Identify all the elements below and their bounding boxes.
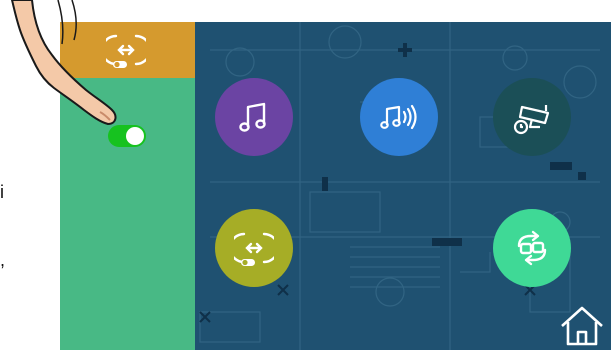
toggle-knob <box>126 127 144 145</box>
device-screen <box>60 22 611 350</box>
pointing-hand-illustration <box>10 0 117 126</box>
cctv-timer-button[interactable] <box>493 78 571 156</box>
door-transfer-button[interactable] <box>215 209 293 287</box>
cctv-camera-timer-icon <box>513 105 550 135</box>
ringtone-volume-button[interactable] <box>360 78 438 156</box>
edge-char-1: i <box>0 182 4 202</box>
home-icon[interactable] <box>558 304 606 348</box>
door-transfer-icon <box>234 232 274 266</box>
music-volume-icon <box>380 104 417 130</box>
music-note-icon <box>239 102 266 132</box>
music-button[interactable] <box>215 78 293 156</box>
swap-hands-icon <box>517 230 547 266</box>
swap-button[interactable] <box>493 209 571 287</box>
edge-char-2: , <box>0 250 6 270</box>
